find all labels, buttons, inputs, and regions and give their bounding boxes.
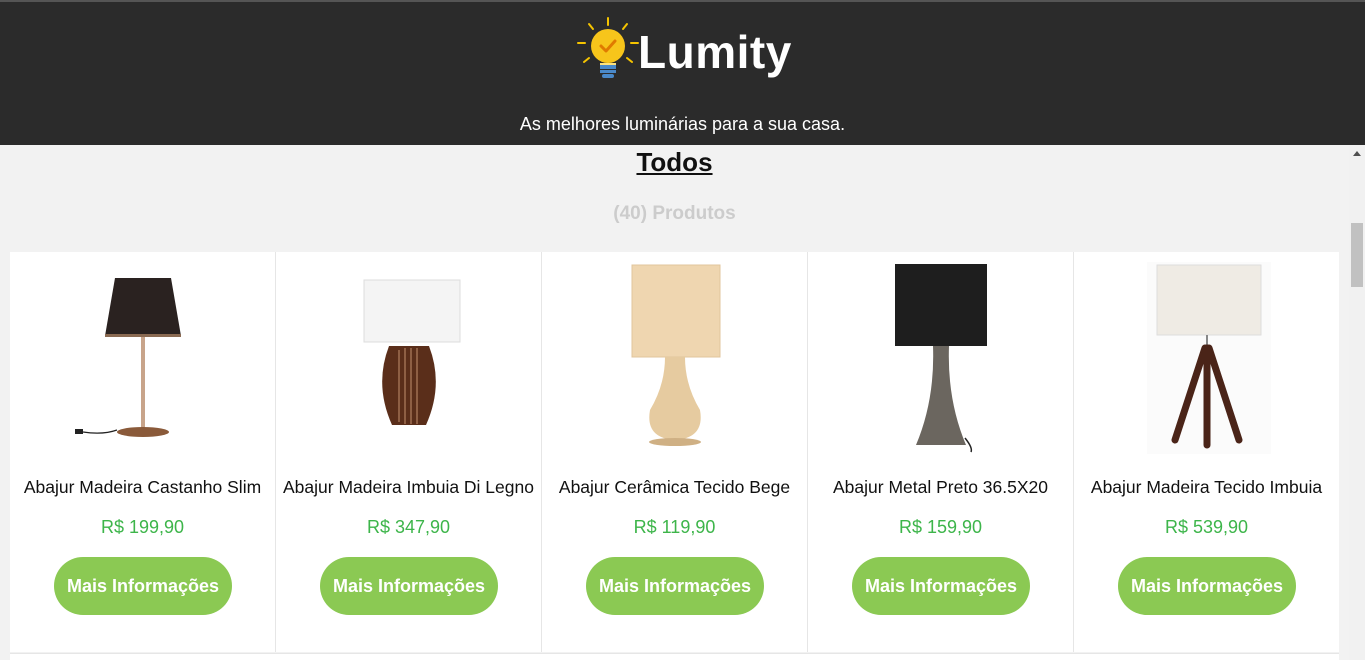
product-card: Abajur Metal Preto 36.5X20 R$ 159,90 Mai… [808, 252, 1074, 652]
product-name[interactable]: Abajur Metal Preto 36.5X20 [808, 477, 1073, 498]
product-name[interactable]: Abajur Madeira Tecido Imbuia [1074, 477, 1339, 498]
product-price: R$ 347,90 [366, 517, 451, 537]
more-info-button[interactable]: Mais Informações [54, 557, 232, 615]
lamp-imbuia-di-legno-image [363, 279, 460, 425]
product-image[interactable] [1074, 260, 1339, 455]
lamp-tecido-imbuia-image [1146, 262, 1271, 454]
scroll-thumb[interactable] [1351, 223, 1363, 287]
lamp-metal-preto-image [894, 264, 987, 453]
product-price: R$ 119,90 [633, 517, 716, 537]
lamp-castanho-slim-image [74, 278, 181, 437]
product-price: R$ 539,90 [1164, 517, 1249, 537]
next-row-cards [10, 653, 1339, 660]
site-header: Lumity As melhores luminárias para a sua… [0, 0, 1365, 145]
product-name[interactable]: Abajur Madeira Imbuia Di Legno [276, 477, 541, 498]
product-name[interactable]: Abajur Cerâmica Tecido Bege [542, 477, 807, 498]
catalog-section: Todos (40) Produtos Abajur Madeira Casta… [0, 145, 1349, 660]
more-info-button[interactable]: Mais Informações [852, 557, 1030, 615]
product-card: Abajur Madeira Imbuia Di Legno R$ 347,90… [276, 252, 542, 652]
product-image[interactable] [10, 260, 275, 455]
product-price: R$ 199,90 [100, 517, 185, 537]
product-price: R$ 159,90 [898, 517, 983, 537]
category-title: Todos [636, 147, 713, 177]
product-card: Abajur Madeira Tecido Imbuia R$ 539,90 M… [1074, 252, 1339, 652]
lamp-ceramica-bege-image [631, 264, 720, 446]
product-image[interactable] [808, 260, 1073, 455]
more-info-button[interactable]: Mais Informações [1118, 557, 1296, 615]
product-image[interactable] [276, 260, 541, 455]
more-info-button[interactable]: Mais Informações [586, 557, 764, 615]
lightbulb-icon [577, 17, 639, 78]
scroll-up-icon[interactable] [1353, 151, 1361, 156]
brand-name: Lumity [638, 26, 792, 78]
product-grid: Abajur Madeira Castanho Slim R$ 199,90 M… [10, 252, 1339, 652]
tagline: As melhores luminárias para a sua casa. [519, 114, 846, 134]
product-card: Abajur Cerâmica Tecido Bege R$ 119,90 Ma… [542, 252, 808, 652]
product-image[interactable] [542, 260, 807, 455]
product-card: Abajur Madeira Castanho Slim R$ 199,90 M… [10, 252, 276, 652]
vertical-scrollbar[interactable] [1349, 145, 1365, 660]
more-info-button[interactable]: Mais Informações [320, 557, 498, 615]
product-count: (40) Produtos [613, 203, 736, 224]
product-name[interactable]: Abajur Madeira Castanho Slim [10, 477, 275, 498]
brand-logo[interactable]: Lumity [574, 14, 792, 84]
